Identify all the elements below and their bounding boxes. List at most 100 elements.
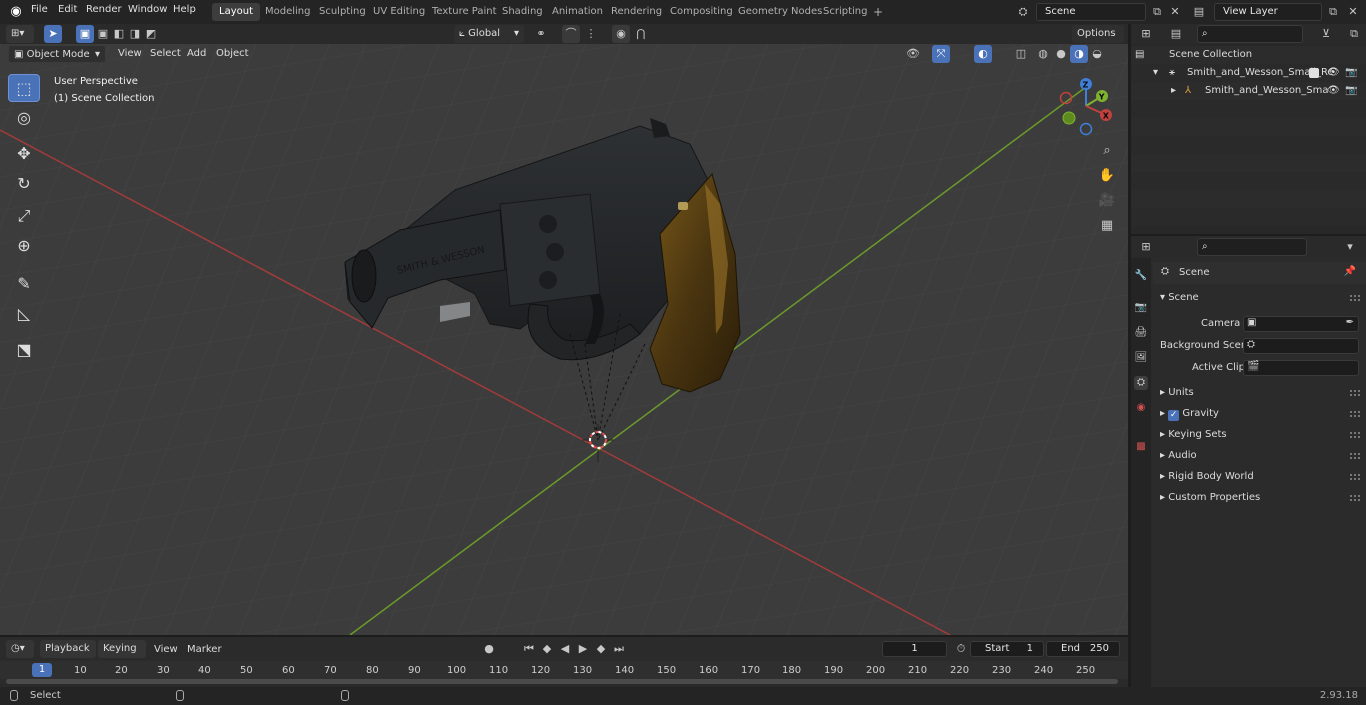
drag-handle-icon[interactable] [1350, 474, 1360, 480]
gizmo-neg-y[interactable] [1062, 111, 1076, 125]
keying-dropdown[interactable]: Keying ▾ [98, 640, 146, 672]
timeline-menu-marker[interactable]: Marker [187, 644, 222, 655]
start-frame-field[interactable]: Start 1 [970, 641, 1044, 657]
scene-tab-icon[interactable]: ⛭ [1134, 376, 1148, 390]
timeline-scrollbar[interactable] [6, 679, 1118, 684]
tab-layout[interactable]: Layout [212, 3, 260, 21]
select-tool-icon[interactable]: ➤ [44, 25, 62, 43]
next-keyframe-icon[interactable]: ◆ [592, 640, 610, 658]
rotate-tool-icon[interactable]: ↻ [8, 170, 40, 198]
object-mode-dropdown[interactable]: ▣ Object Mode ▾ [8, 45, 106, 63]
perspective-toggle-icon[interactable]: ▦ [1098, 217, 1116, 235]
tab-compositing[interactable]: Compositing [663, 3, 740, 21]
render-tab-icon[interactable]: 📷 [1134, 301, 1148, 315]
scene-name-field[interactable]: Scene [1036, 3, 1146, 21]
view-layer-field[interactable]: View Layer [1214, 3, 1322, 21]
pivot-point-icon[interactable]: ⚭ [532, 25, 550, 43]
overlay-toggle-icon[interactable]: ◐ [974, 45, 992, 63]
3d-viewport[interactable]: SMITH & WESSON Z Y X User Perspective (1… [0, 44, 1128, 635]
tab-uv-editing[interactable]: UV Editing [366, 3, 432, 21]
record-icon[interactable]: ● [480, 640, 498, 658]
add-workspace-button[interactable]: + [866, 3, 890, 21]
view-layer-selector-icon[interactable]: ▤ [1190, 3, 1208, 21]
solid-shading-icon[interactable]: ● [1052, 45, 1070, 63]
drag-handle-icon[interactable] [1350, 495, 1360, 501]
outliner-search-input[interactable]: ⌕ [1197, 25, 1303, 43]
camera-render-icon[interactable]: 📷 [1345, 82, 1357, 100]
snap-toggle-icon[interactable]: ⌒ [562, 25, 580, 43]
world-tab-icon[interactable]: ◉ [1134, 401, 1148, 415]
select-box-tool-icon[interactable]: ⬚ [8, 74, 40, 102]
wireframe-shading-icon[interactable]: ◍ [1034, 45, 1052, 63]
gravity-checkbox[interactable]: ✓ [1168, 410, 1180, 421]
delete-scene-icon[interactable]: ✕ [1166, 3, 1184, 21]
select-intersect-icon[interactable]: ◩ [142, 25, 160, 43]
properties-options-icon[interactable]: ▾ [1341, 238, 1359, 256]
xray-toggle-icon[interactable]: ◫ [1012, 45, 1030, 63]
tab-rendering[interactable]: Rendering [604, 3, 669, 21]
proportional-edit-icon[interactable]: ◉ [612, 25, 630, 43]
move-tool-icon[interactable]: ✥ [8, 140, 40, 168]
tool-tab-icon[interactable]: 🔧 [1134, 269, 1148, 283]
outliner-editor-type-icon[interactable]: ⊞ [1137, 25, 1155, 43]
select-new-icon[interactable]: ▣ [76, 25, 94, 43]
camera-view-icon[interactable]: 🎥 [1098, 192, 1116, 210]
drag-handle-icon[interactable] [1350, 453, 1360, 459]
annotate-tool-icon[interactable]: ✎ [8, 270, 40, 298]
tab-animation[interactable]: Animation [545, 3, 610, 21]
visibility-icon[interactable]: 👁 [904, 45, 922, 63]
pan-hand-icon[interactable]: ✋ [1098, 167, 1116, 185]
camera-field[interactable]: ▣ ✒ [1243, 316, 1359, 332]
scene-selector-icon[interactable]: ⛭ [1014, 3, 1032, 21]
playhead[interactable]: 1 [32, 663, 52, 677]
menu-add[interactable]: Add [187, 48, 206, 59]
custom-properties-panel-header[interactable]: ▸ Custom Properties [1160, 492, 1366, 508]
menu-object[interactable]: Object [216, 48, 249, 59]
tab-modeling[interactable]: Modeling [258, 3, 318, 21]
measure-tool-icon[interactable]: ◺ [8, 300, 40, 328]
scene-panel-header[interactable]: ▾ Scene [1160, 292, 1366, 308]
add-cube-tool-icon[interactable]: ⬔ [8, 336, 40, 364]
checkbox-icon[interactable] [1309, 68, 1319, 78]
drag-handle-icon[interactable] [1350, 295, 1360, 301]
eye-icon[interactable]: 👁 [1327, 64, 1340, 82]
transform-tool-icon[interactable]: ⊕ [8, 232, 40, 260]
units-panel-header[interactable]: ▸ Units [1160, 387, 1366, 403]
texture-tab-icon[interactable]: ▩ [1134, 440, 1148, 454]
expand-arrow-icon[interactable]: ▸ [1171, 82, 1176, 100]
preview-range-icon[interactable]: ⏱ [952, 640, 970, 658]
menu-render[interactable]: Render [86, 4, 122, 15]
audio-panel-header[interactable]: ▸ Audio [1160, 450, 1366, 466]
editor-type-button[interactable]: ⊞▾ [6, 25, 34, 43]
play-icon[interactable]: ▶ [574, 640, 592, 658]
scale-tool-icon[interactable]: ⤢ [8, 202, 40, 230]
properties-editor-type-icon[interactable]: ⊞ [1137, 238, 1155, 256]
play-reverse-icon[interactable]: ◀ [556, 640, 574, 658]
rigid-body-world-panel-header[interactable]: ▸ Rigid Body World [1160, 471, 1366, 487]
drag-handle-icon[interactable] [1350, 432, 1360, 438]
gizmo-toggle-icon[interactable]: ⤧ [932, 45, 950, 63]
output-tab-icon[interactable]: 🖨 [1134, 326, 1148, 340]
material-shading-icon[interactable]: ◑ [1070, 45, 1088, 63]
falloff-icon[interactable]: ⋂ [632, 25, 650, 43]
rendered-shading-icon[interactable]: ◒ [1088, 45, 1106, 63]
gravity-panel-header[interactable]: ▸ ✓ Gravity [1160, 408, 1366, 424]
options-dropdown[interactable]: Options ▾ [1072, 25, 1124, 57]
prev-keyframe-icon[interactable]: ◆ [538, 640, 556, 658]
drag-handle-icon[interactable] [1350, 411, 1360, 417]
playback-dropdown[interactable]: Playback ▾ [40, 640, 96, 672]
menu-file[interactable]: File [31, 4, 48, 15]
outliner-row-object-parent[interactable]: ▾ ⚹ Smith_and_Wesson_Small_Re 👁 📷 [1131, 64, 1366, 82]
outliner-row-scene-collection[interactable]: ▤ Scene Collection [1131, 46, 1366, 64]
menu-select[interactable]: Select [150, 48, 181, 59]
properties-search-input[interactable]: ⌕ [1197, 238, 1307, 256]
delete-view-layer-icon[interactable]: ✕ [1344, 3, 1362, 21]
menu-edit[interactable]: Edit [58, 4, 77, 15]
zoom-icon[interactable]: ⌕ [1098, 142, 1116, 160]
keying-sets-panel-header[interactable]: ▸ Keying Sets [1160, 429, 1366, 445]
camera-render-icon[interactable]: 📷 [1345, 64, 1357, 82]
eyedropper-icon[interactable]: ✒ [1346, 317, 1354, 328]
transform-orientation-dropdown[interactable]: ⟀ Global ▾ [454, 25, 524, 43]
timeline-menu-view[interactable]: View [154, 644, 178, 655]
blender-logo-icon[interactable]: ◉ [8, 4, 24, 20]
